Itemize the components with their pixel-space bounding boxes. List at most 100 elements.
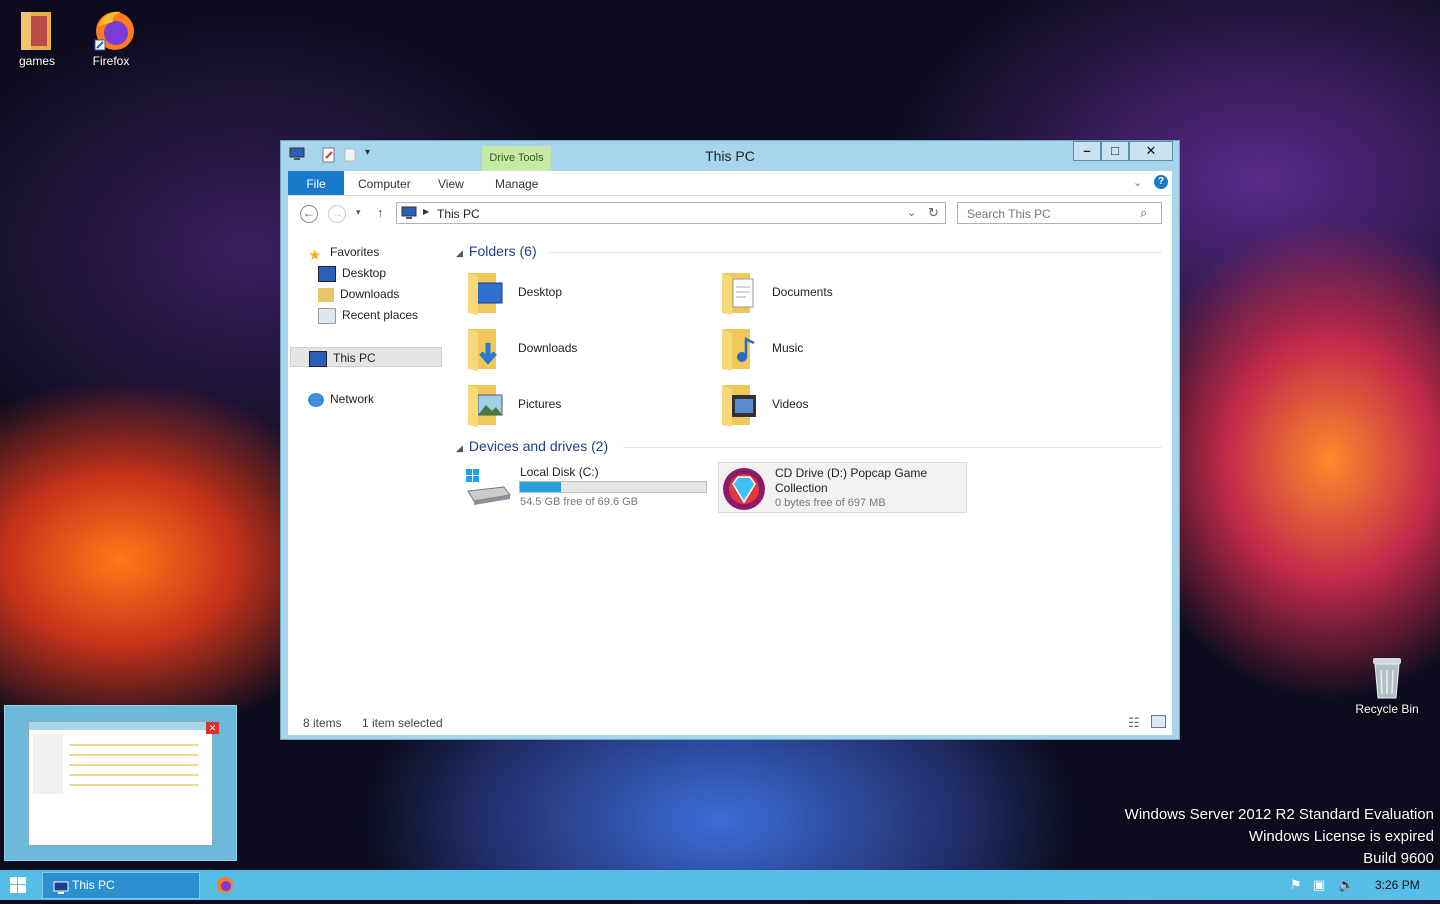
- folders-group-header[interactable]: ◢ Folders (6): [456, 243, 537, 259]
- recent-locations-icon[interactable]: ▾: [356, 207, 361, 218]
- folder-label: Music: [772, 341, 804, 355]
- downloads-folder-icon: [466, 325, 506, 371]
- folder-videos[interactable]: Videos: [720, 381, 960, 431]
- taskbar: This PC ⚑ ▣ 🔈 3:26 PM: [0, 870, 1440, 900]
- nav-item-desktop[interactable]: Desktop: [318, 263, 386, 283]
- close-button[interactable]: ✕: [1129, 141, 1173, 161]
- help-icon[interactable]: ?: [1154, 175, 1168, 189]
- chevron-down-icon[interactable]: ⌄: [907, 206, 916, 219]
- folder-label: Desktop: [518, 285, 563, 299]
- group-title: Folders (6): [468, 243, 537, 259]
- nav-item-recent-places[interactable]: Recent places: [318, 305, 418, 325]
- star-icon: ★: [308, 246, 322, 264]
- up-arrow-icon[interactable]: ↑: [377, 205, 384, 220]
- drive-usage-bar: [519, 481, 707, 493]
- breadcrumb-separator-icon[interactable]: ▶: [423, 207, 429, 216]
- tab-file[interactable]: File: [288, 171, 344, 195]
- computer-icon: [309, 350, 327, 367]
- tab-computer[interactable]: Computer: [358, 171, 411, 195]
- desktop-icon-firefox[interactable]: Firefox: [76, 6, 146, 68]
- nav-label: Recent places: [342, 308, 419, 322]
- tab-manage[interactable]: Manage: [495, 171, 538, 195]
- computer-icon: [401, 206, 417, 223]
- title-bar[interactable]: ▾ Drive Tools This PC – □ ✕: [281, 141, 1179, 171]
- folder-label: Downloads: [518, 341, 578, 355]
- desktop-folder-icon: [466, 269, 506, 315]
- desktop-icon: [318, 265, 336, 282]
- address-bar[interactable]: ▶ This PC ⌄ ↻: [396, 202, 946, 224]
- expand-ribbon-icon[interactable]: ⌄: [1133, 176, 1142, 189]
- volume-muted-icon[interactable]: 🔈: [1338, 877, 1354, 893]
- group-title: Devices and drives (2): [468, 438, 609, 454]
- desktop-icon-games[interactable]: games: [2, 6, 72, 68]
- drive-label: CD Drive (D:) Popcap Game: [775, 466, 928, 480]
- folder-icon: [17, 6, 57, 50]
- drive-cd-d[interactable]: CD Drive (D:) Popcap Game Collection 0 b…: [718, 462, 967, 513]
- nav-label: Desktop: [342, 266, 387, 280]
- folder-label: Videos: [772, 397, 809, 411]
- nav-item-this-pc[interactable]: This PC: [290, 347, 442, 367]
- drive-free-space: 54.5 GB free of 69.6 GB: [520, 496, 639, 508]
- taskbar-thumbnail-preview[interactable]: ✕: [4, 705, 237, 861]
- taskbar-button-this-pc[interactable]: This PC: [42, 872, 200, 899]
- desktop-icon-recycle-bin[interactable]: Recycle Bin: [1350, 654, 1424, 716]
- search-placeholder: Search This PC: [967, 207, 1051, 221]
- music-folder-icon: [720, 325, 760, 371]
- back-button[interactable]: ←: [300, 205, 318, 223]
- nav-label: Favorites: [330, 245, 380, 259]
- drive-label: Collection: [775, 481, 828, 495]
- minimize-button[interactable]: –: [1073, 141, 1101, 161]
- action-center-flag-icon[interactable]: ⚑: [1290, 877, 1302, 893]
- network-status-icon[interactable]: ▣: [1313, 877, 1325, 893]
- nav-item-favorites[interactable]: ★ Favorites: [308, 242, 380, 264]
- tab-view[interactable]: View: [438, 171, 464, 195]
- maximize-button[interactable]: □: [1101, 141, 1129, 161]
- drive-label: Local Disk (C:): [520, 465, 599, 479]
- divider: [548, 252, 1162, 253]
- desktop-icon-label: Firefox: [92, 54, 130, 68]
- status-bar: 8 items 1 item selected ☷: [288, 711, 1172, 735]
- thumbnail-window: [28, 721, 213, 846]
- folder-documents[interactable]: Documents: [720, 269, 960, 319]
- large-icons-view-icon[interactable]: [1151, 715, 1166, 728]
- system-clock[interactable]: 3:26 PM: [1375, 878, 1420, 892]
- hard-drive-icon: [464, 467, 512, 510]
- folder-downloads[interactable]: Downloads: [466, 325, 706, 375]
- computer-icon: [53, 879, 69, 904]
- details-view-icon[interactable]: ☷: [1128, 715, 1140, 731]
- desktop-icon-label: games: [18, 54, 56, 68]
- search-input[interactable]: Search This PC ⌕: [957, 202, 1162, 224]
- pictures-folder-icon: [466, 381, 506, 427]
- folder-pictures[interactable]: Pictures: [466, 381, 706, 431]
- drive-usage-fill: [520, 482, 561, 492]
- search-icon[interactable]: ⌕: [1140, 205, 1147, 221]
- firefox-icon: [91, 6, 134, 51]
- watermark-line: Build 9600: [1363, 850, 1434, 867]
- breadcrumb[interactable]: This PC: [437, 207, 480, 221]
- folder-music[interactable]: Music: [720, 325, 960, 375]
- collapse-icon: ◢: [456, 443, 463, 453]
- downloads-icon: [318, 287, 334, 302]
- drive-local-disk-c[interactable]: Local Disk (C:) 54.5 GB free of 69.6 GB: [464, 461, 714, 513]
- refresh-icon[interactable]: ↻: [928, 205, 939, 221]
- selection-count: 1 item selected: [362, 716, 443, 730]
- folder-label: Pictures: [518, 397, 562, 411]
- start-button[interactable]: [10, 877, 26, 896]
- forward-button[interactable]: →: [328, 205, 346, 223]
- folder-label: Documents: [772, 285, 833, 299]
- ribbon-tabs: File Computer View Manage ⌄ ?: [288, 171, 1172, 196]
- item-count: 8 items: [303, 716, 342, 730]
- firefox-icon[interactable]: [216, 876, 234, 897]
- license-watermark: Windows Server 2012 R2 Standard Evaluati…: [1125, 804, 1434, 870]
- folder-desktop[interactable]: Desktop: [466, 269, 706, 319]
- nav-item-network[interactable]: Network: [308, 389, 374, 409]
- nav-item-downloads[interactable]: Downloads: [318, 284, 399, 304]
- close-icon[interactable]: ✕: [206, 722, 219, 734]
- recent-places-icon: [318, 307, 336, 324]
- recycle-bin-icon: [1367, 654, 1407, 699]
- drive-free-space: 0 bytes free of 697 MB: [775, 497, 886, 509]
- explorer-window: ▾ Drive Tools This PC – □ ✕ File Compute…: [280, 140, 1180, 740]
- network-icon: [308, 392, 324, 407]
- devices-group-header[interactable]: ◢ Devices and drives (2): [456, 438, 608, 454]
- desktop-icon-label: Recycle Bin: [1355, 702, 1419, 716]
